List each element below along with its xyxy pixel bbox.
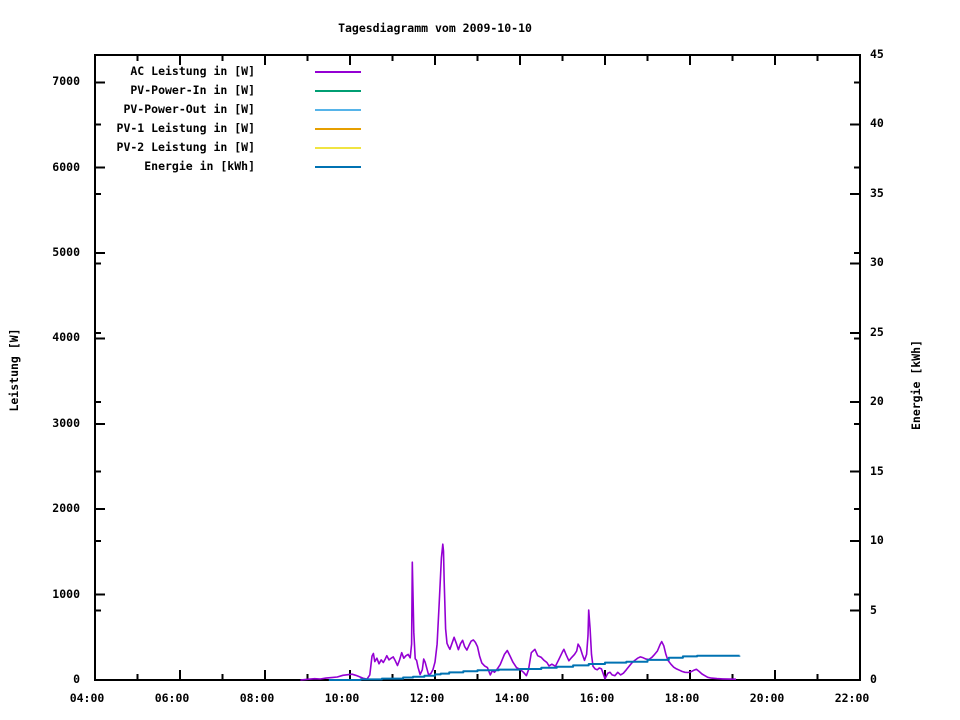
x-tick-label: 18:00 bbox=[664, 691, 700, 705]
y2-tick-label: 45 bbox=[870, 47, 884, 61]
x-tick-label: 22:00 bbox=[834, 691, 870, 705]
y2-tick-label: 35 bbox=[870, 185, 884, 200]
y-tick-label: 6000 bbox=[52, 159, 80, 174]
y-tick-label: 5000 bbox=[52, 245, 80, 260]
x-tick-label: 08:00 bbox=[239, 691, 275, 705]
legend-item-pv-power-out: PV-Power-Out in [W] bbox=[0, 100, 361, 119]
y-tick-label: 7000 bbox=[52, 74, 80, 89]
x-tick-label: 12:00 bbox=[409, 691, 445, 705]
chart-canvas: Tagesdiagramm vom 2009-10-10 Leistung [W… bbox=[0, 0, 960, 720]
y2-tick-label: 20 bbox=[870, 394, 884, 409]
legend-line-swatch bbox=[315, 71, 361, 73]
y2-tick-label: 0 bbox=[870, 672, 877, 686]
y-tick-label: 2000 bbox=[52, 501, 80, 516]
legend-label: PV-2 Leistung in [W] bbox=[116, 140, 255, 154]
y2-tick-label: 30 bbox=[870, 255, 884, 270]
legend-label: PV-Power-Out in [W] bbox=[123, 102, 255, 116]
x-tick-label: 10:00 bbox=[324, 691, 360, 705]
y-tick-label: 4000 bbox=[52, 330, 80, 345]
x-tick-label: 20:00 bbox=[749, 691, 785, 705]
legend-label: PV-1 Leistung in [W] bbox=[116, 121, 255, 135]
y2-tick-label: 25 bbox=[870, 324, 884, 339]
legend-item-pv2-leistung: PV-2 Leistung in [W] bbox=[0, 138, 361, 157]
y2-tick-label: 15 bbox=[870, 463, 884, 478]
y2-tick-label: 5 bbox=[870, 602, 877, 617]
legend-item-pv1-leistung: PV-1 Leistung in [W] bbox=[0, 119, 361, 138]
x-tick-label: 04:00 bbox=[69, 691, 105, 705]
legend-line-swatch bbox=[315, 147, 361, 149]
y-tick-label: 0 bbox=[73, 672, 80, 686]
x-tick-label: 14:00 bbox=[494, 691, 530, 705]
y-tick-label: 1000 bbox=[52, 586, 80, 601]
series-line-1 bbox=[300, 543, 737, 681]
legend-line-swatch bbox=[315, 128, 361, 130]
x-tick-label: 06:00 bbox=[154, 691, 190, 705]
legend-line-swatch bbox=[315, 166, 361, 168]
legend-line-swatch bbox=[315, 90, 361, 92]
y2-tick-label: 10 bbox=[870, 533, 884, 548]
y-tick-label: 3000 bbox=[52, 415, 80, 430]
x-tick-label: 16:00 bbox=[579, 691, 615, 705]
legend-line-swatch bbox=[315, 109, 361, 111]
y2-tick-label: 40 bbox=[870, 116, 884, 131]
